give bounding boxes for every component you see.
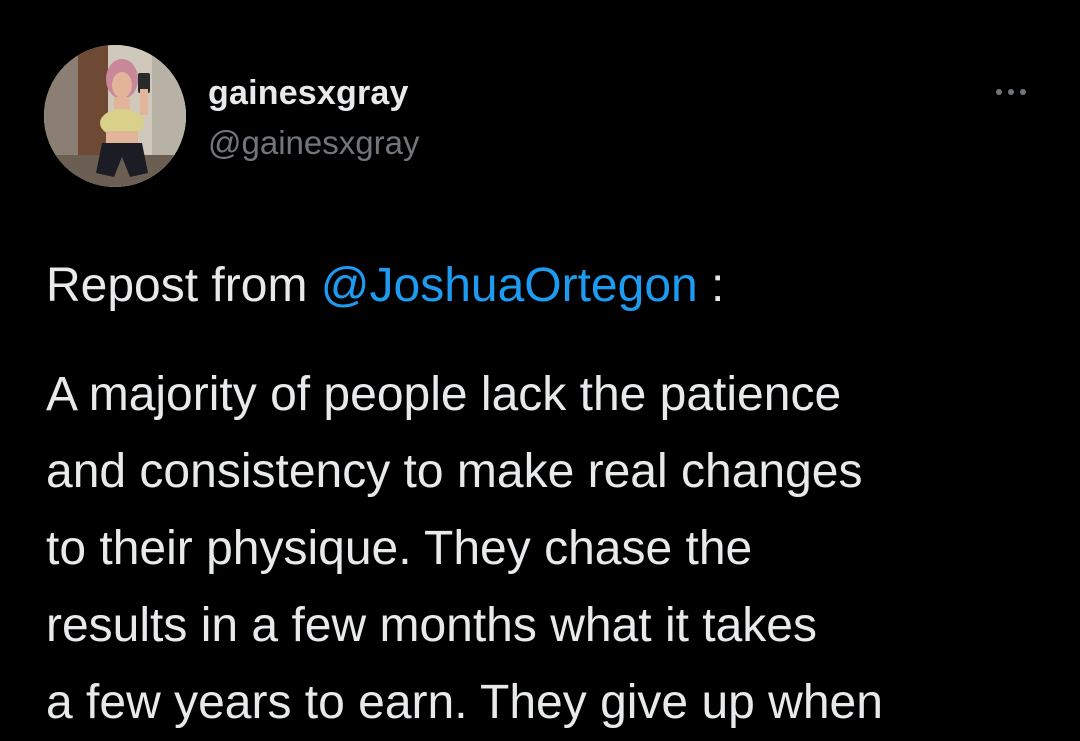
author-name[interactable]: gainesxgray — [208, 74, 409, 113]
repost-suffix: : — [697, 259, 725, 312]
tweet-body-line: a few years to earn. They give up when — [46, 676, 883, 729]
tweet-body-line: results in a few months what it takes — [46, 599, 817, 652]
more-options-button[interactable] — [986, 80, 1036, 104]
repost-prefix: Repost from — [46, 259, 321, 312]
mention-link[interactable]: @JoshuaOrtegon — [321, 259, 698, 312]
repost-attribution: Repost from @JoshuaOrtegon : — [46, 258, 724, 313]
more-horizontal-icon — [1020, 89, 1026, 95]
tweet: gainesxgray @gainesxgray Repost from @Jo… — [0, 0, 1080, 729]
author-handle[interactable]: @gainesxgray — [208, 124, 419, 162]
tweet-body-line: A majority of people lack the patience — [46, 368, 842, 421]
more-horizontal-icon — [1008, 89, 1014, 95]
tweet-body-line: and consistency to make real changes — [46, 445, 863, 498]
avatar-image — [44, 45, 186, 187]
tweet-body: A majority of people lack the patience a… — [46, 356, 1056, 741]
more-horizontal-icon — [996, 89, 1002, 95]
tweet-body-line: to their physique. They chase the — [46, 522, 753, 575]
avatar[interactable] — [44, 45, 186, 187]
